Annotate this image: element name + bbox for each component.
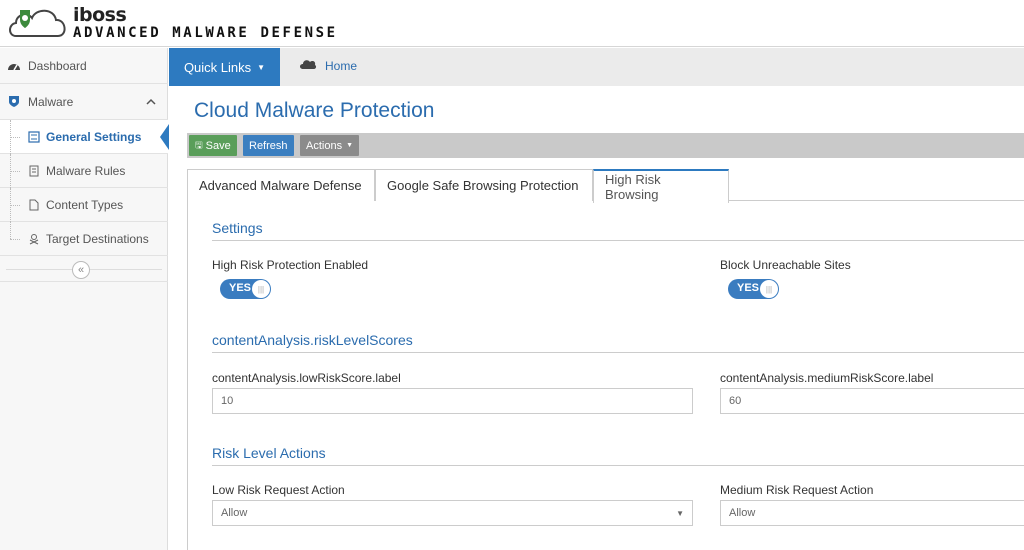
medium-risk-score-label: contentAnalysis.mediumRiskScore.label (720, 371, 934, 385)
active-indicator (160, 124, 169, 150)
home-link[interactable]: Home (299, 58, 357, 73)
toolbar: 🖫 Save Refresh Actions ▼ (187, 133, 1024, 158)
sidebar-collapse-row: « (0, 258, 168, 282)
brand-name: iboss (73, 4, 127, 26)
low-risk-action-select[interactable]: Allow ▼ (212, 500, 693, 526)
actions-button[interactable]: Actions ▼ (300, 135, 360, 156)
sidebar-item-label: Content Types (46, 197, 124, 212)
medium-risk-score-input[interactable]: 60 (720, 388, 1024, 414)
tab-google-safe-browsing[interactable]: Google Safe Browsing Protection (375, 169, 593, 201)
sidebar-item-content-types[interactable]: Content Types (0, 188, 168, 222)
brand-subtitle: ADVANCED MALWARE DEFENSE (73, 25, 338, 41)
divider (212, 352, 1024, 353)
refresh-button[interactable]: Refresh (243, 135, 294, 156)
medium-risk-action-label: Medium Risk Request Action (720, 483, 874, 497)
target-icon (28, 233, 40, 245)
high-risk-toggle[interactable]: YES ||| (220, 279, 271, 299)
sidebar: Dashboard Malware General Settings Malwa… (0, 48, 169, 550)
dashboard-icon (6, 58, 22, 74)
save-label: Save (205, 139, 231, 152)
select-value: Allow (729, 507, 756, 519)
sidebar-item-label: Target Destinations (46, 231, 149, 246)
sidebar-item-target-destinations[interactable]: Target Destinations (0, 222, 168, 256)
document-icon (28, 165, 40, 177)
toggle-value: YES (229, 282, 252, 294)
actions-label: Actions (306, 139, 343, 152)
sidebar-item-label: Malware (28, 94, 74, 109)
sidebar-item-general-settings[interactable]: General Settings (0, 120, 169, 154)
cloud-icon (299, 58, 317, 73)
home-label: Home (325, 58, 358, 73)
app-header: iboss ADVANCED MALWARE DEFENSE (0, 0, 1024, 47)
toggle-knob: ||| (252, 280, 270, 298)
caret-down-icon: ▼ (257, 62, 266, 72)
file-icon (28, 199, 40, 211)
low-risk-score-input[interactable]: 10 (212, 388, 693, 414)
quick-links-button[interactable]: Quick Links ▼ (169, 48, 280, 86)
section-title-settings: Settings (212, 220, 263, 236)
sidebar-item-label: Dashboard (28, 58, 87, 73)
section-title-risk-actions: Risk Level Actions (212, 445, 326, 461)
medium-risk-action-select[interactable]: Allow (720, 500, 1024, 526)
toggle-value: YES (737, 282, 760, 294)
sidebar-item-label: Malware Rules (46, 163, 126, 178)
sidebar-item-malware-rules[interactable]: Malware Rules (0, 154, 168, 188)
chevron-up-icon[interactable] (146, 95, 156, 109)
tab-high-risk-browsing[interactable]: High Risk Browsing (593, 169, 729, 203)
caret-down-icon: ▼ (346, 142, 354, 149)
page-title: Cloud Malware Protection (194, 99, 435, 122)
low-risk-score-label: contentAnalysis.lowRiskScore.label (212, 371, 401, 385)
save-button[interactable]: 🖫 Save (189, 135, 237, 156)
tab-bar: Advanced Malware Defense Google Safe Bro… (187, 167, 1024, 203)
toggle-knob: ||| (760, 280, 778, 298)
caret-down-icon: ▼ (676, 509, 684, 518)
sidebar-item-label: General Settings (46, 129, 142, 144)
top-navbar: Quick Links ▼ Home (169, 48, 1024, 86)
select-value: Allow (221, 507, 248, 519)
divider (212, 465, 1024, 466)
collapse-sidebar-button[interactable]: « (72, 261, 90, 279)
shield-icon (6, 94, 22, 110)
block-unreachable-label: Block Unreachable Sites (720, 258, 851, 272)
section-title-risk-scores: contentAnalysis.riskLevelScores (212, 332, 413, 348)
quick-links-label: Quick Links (183, 59, 252, 75)
divider (212, 240, 1024, 241)
block-unreachable-toggle[interactable]: YES ||| (728, 279, 779, 299)
low-risk-action-label: Low Risk Request Action (212, 483, 345, 497)
sidebar-item-dashboard[interactable]: Dashboard (0, 48, 168, 84)
save-icon: 🖫 (195, 139, 203, 150)
high-risk-label: High Risk Protection Enabled (212, 258, 369, 272)
iboss-logo-icon (6, 4, 70, 45)
sidebar-item-malware[interactable]: Malware (0, 84, 168, 120)
settings-icon (28, 130, 40, 143)
tab-advanced-malware-defense[interactable]: Advanced Malware Defense (187, 169, 375, 201)
